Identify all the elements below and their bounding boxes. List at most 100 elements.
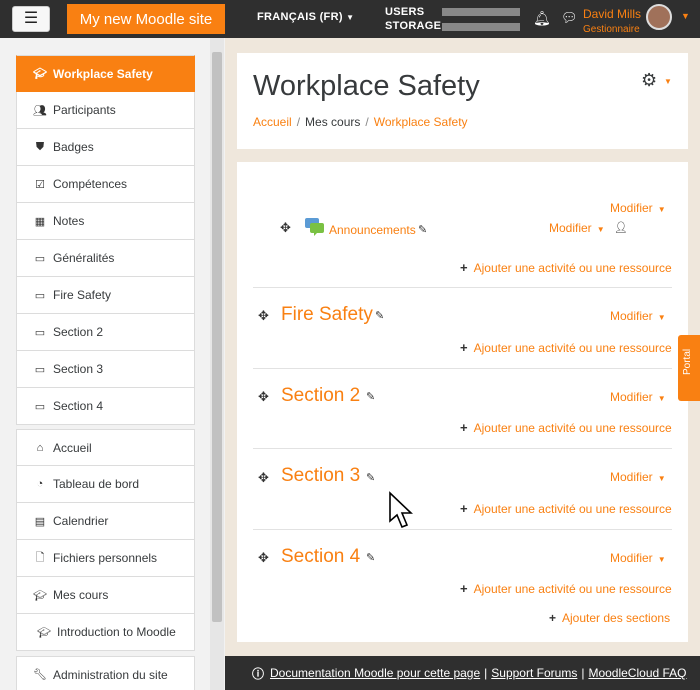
user-name[interactable]: David Mills	[583, 7, 641, 21]
pencil-icon[interactable]: ✎	[366, 471, 375, 484]
pencil-icon[interactable]: ✎	[366, 551, 375, 564]
breadcrumb-home[interactable]: Accueil	[253, 115, 292, 129]
plus-icon: +	[460, 501, 468, 516]
section-edit-menu[interactable]: Modifier ▼	[610, 201, 666, 215]
language-menu[interactable]: FRANÇAIS (FR) ▼	[257, 11, 354, 23]
chevron-down-icon[interactable]: ▼	[681, 11, 690, 21]
footer-separator: |	[484, 666, 488, 680]
add-activity-label: Ajouter une activité ou une ressource	[473, 502, 672, 516]
pencil-icon[interactable]: ✎	[375, 309, 384, 322]
drawer-item-competences[interactable]: ☑ Compétences	[16, 166, 195, 203]
storage-usage-bar	[442, 23, 520, 31]
language-label: FRANÇAIS (FR)	[257, 11, 343, 23]
move-icon[interactable]: ✥	[258, 470, 269, 486]
drawer-item-label: Mes cours	[53, 588, 109, 602]
drawer-toggle-button[interactable]: ☰	[12, 6, 50, 32]
move-icon[interactable]: ✥	[280, 220, 291, 236]
drawer-item-label: Section 3	[53, 362, 104, 376]
drawer-item-private-files[interactable]: 🗋︎ Fichiers personnels	[16, 540, 195, 577]
breadcrumb-mes-cours[interactable]: Mes cours	[305, 115, 360, 129]
section-divider	[253, 368, 672, 369]
drawer-item-site-admin[interactable]: 🔧︎ Administration du site	[16, 656, 195, 690]
plus-icon: +	[460, 340, 468, 355]
add-activity-button[interactable]: + Ajouter une activité ou une ressource	[460, 501, 672, 516]
gear-icon[interactable]: ⚙	[641, 70, 657, 91]
move-icon[interactable]: ✥	[258, 308, 269, 324]
section-title[interactable]: Section 2	[281, 385, 360, 407]
graduation-cap-icon: 🎓︎	[33, 68, 47, 80]
move-icon[interactable]: ✥	[258, 389, 269, 405]
section-edit-menu[interactable]: Modifier ▼	[610, 470, 666, 484]
add-activity-button[interactable]: + Ajouter une activité ou une ressource	[460, 581, 672, 596]
footer-faq-link[interactable]: MoodleCloud FAQ	[588, 666, 686, 680]
section-edit-menu[interactable]: Modifier ▼	[610, 309, 666, 323]
add-activity-label: Ajouter une activité ou une ressource	[473, 261, 672, 275]
add-activity-button[interactable]: + Ajouter une activité ou une ressource	[460, 340, 672, 355]
modifier-label: Modifier	[610, 201, 653, 215]
section-edit-menu[interactable]: Modifier ▼	[610, 390, 666, 404]
drawer-item-mes-cours[interactable]: 🎓︎ Mes cours	[16, 577, 195, 614]
person-icon[interactable]: 👤︎	[614, 221, 628, 234]
drawer-item-accueil[interactable]: ⌂ Accueil	[16, 429, 195, 466]
drawer-item-label: Fire Safety	[53, 288, 112, 302]
drawer-item-label: Participants	[53, 103, 116, 117]
breadcrumb-separator: /	[365, 115, 369, 129]
drawer-item-participants[interactable]: 👥︎ Participants	[16, 92, 195, 129]
avatar[interactable]	[646, 4, 672, 30]
pencil-icon[interactable]: ✎	[418, 223, 427, 236]
drawer-item-badges[interactable]: ⛊ Badges	[16, 129, 195, 166]
calendar-icon: ▤	[34, 515, 46, 528]
breadcrumb-course[interactable]: Workplace Safety	[374, 115, 468, 129]
breadcrumb: Accueil / Mes cours / Workplace Safety	[253, 115, 468, 129]
drawer-item-label: Administration du site	[53, 667, 168, 682]
add-sections-button[interactable]: + Ajouter des sections	[549, 611, 670, 625]
section-title[interactable]: Fire Safety	[281, 304, 373, 326]
section-edit-menu[interactable]: Modifier ▼	[610, 551, 666, 565]
portal-tab[interactable]: Portal	[678, 335, 700, 401]
footer-doc-link[interactable]: Documentation Moodle pour cette page	[270, 666, 480, 680]
usage-users-label: USERS	[385, 6, 425, 18]
drawer-item-notes[interactable]: ▦ Notes	[16, 203, 195, 240]
section-title[interactable]: Section 3	[281, 465, 360, 487]
drawer-item-calendar[interactable]: ▤ Calendrier	[16, 503, 195, 540]
site-name-link[interactable]: My new Moodle site	[67, 4, 225, 34]
bell-icon[interactable]: 🔔︎	[533, 10, 551, 27]
plus-icon: +	[460, 420, 468, 435]
chevron-down-icon: ▼	[657, 394, 666, 403]
home-icon: ⌂	[36, 441, 44, 454]
move-icon[interactable]: ✥	[258, 550, 269, 566]
check-square-icon: ☑	[35, 178, 45, 191]
drawer-item-course[interactable]: 🎓︎ Workplace Safety	[16, 55, 195, 92]
chevron-down-icon: ▼	[346, 13, 355, 22]
footer-support-link[interactable]: Support Forums	[491, 666, 577, 680]
drawer-item-section-3[interactable]: ▭ Section 3	[16, 351, 195, 388]
modifier-label: Modifier	[610, 309, 653, 323]
section-title[interactable]: Section 4	[281, 546, 360, 568]
drawer-item-section-4[interactable]: ▭ Section 4	[16, 388, 195, 425]
activity-edit-menu[interactable]: Modifier ▼	[549, 221, 605, 235]
add-activity-button[interactable]: + Ajouter une activité ou une ressource	[460, 420, 672, 435]
pencil-icon[interactable]: ✎	[366, 390, 375, 403]
wrench-icon: 🔧︎	[33, 669, 47, 681]
plus-icon: +	[460, 581, 468, 596]
add-activity-button[interactable]: + Ajouter une activité ou une ressource	[460, 260, 672, 275]
drawer-item-label: Introduction to Moodle	[57, 625, 176, 639]
chevron-down-icon[interactable]: ▼	[664, 77, 672, 86]
drawer-item-generalites[interactable]: ▭ Généralités	[16, 240, 195, 277]
folder-icon: ▭	[34, 252, 46, 265]
drawer-item-intro-moodle[interactable]: 🎓︎ Introduction to Moodle	[16, 614, 195, 651]
drawer-item-section-2[interactable]: ▭ Section 2	[16, 314, 195, 351]
drawer-item-dashboard[interactable]: ◔ Tableau de bord	[16, 466, 195, 503]
chat-icon[interactable]: 💬︎	[561, 10, 578, 26]
graduation-cap-icon: 🎓︎	[37, 626, 51, 639]
drawer-item-label: Généralités	[53, 251, 115, 265]
forum-icon	[305, 218, 324, 236]
top-navbar: ☰ My new Moodle site FRANÇAIS (FR) ▼ USE…	[0, 0, 700, 38]
activity-link-announcements[interactable]: Announcements	[329, 223, 416, 237]
drawer-scrollbar[interactable]	[212, 52, 222, 622]
add-activity-label: Ajouter une activité ou une ressource	[473, 582, 672, 596]
drawer-item-fire-safety[interactable]: ▭ Fire Safety	[16, 277, 195, 314]
drawer-item-label: Accueil	[53, 440, 92, 455]
folder-icon: ▭	[34, 289, 46, 302]
mouse-cursor	[389, 491, 413, 529]
